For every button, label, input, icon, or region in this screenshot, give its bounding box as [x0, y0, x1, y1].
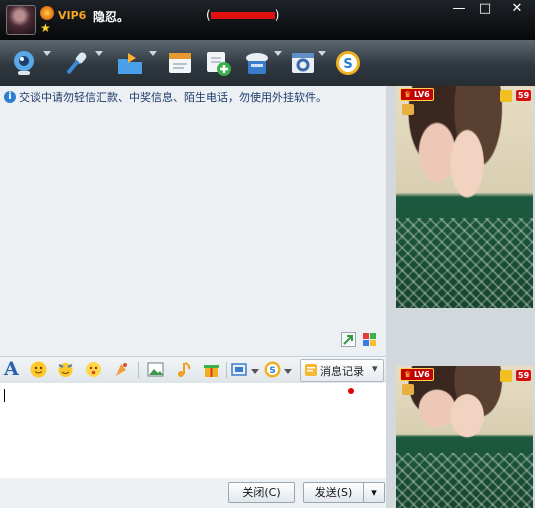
avatar[interactable] [6, 5, 36, 35]
vip-level-label: VIP6 [58, 9, 87, 22]
info-icon: i [4, 91, 16, 103]
soso-search-icon[interactable]: S [264, 361, 281, 378]
chat-panel: i 交谈中请勿轻信汇款、中奖信息、陌生电话，勿使用外挂软件。 A S 消息记录 ▾… [0, 86, 386, 508]
send-file-icon [118, 53, 142, 74]
history-dropdown-arrow[interactable]: ▾ [372, 362, 378, 375]
send-file-dropdown-arrow[interactable] [149, 51, 157, 56]
frame-icon[interactable] [402, 384, 414, 395]
close-window-button[interactable]: ✕ [504, 0, 530, 18]
microphone-dropdown-arrow[interactable] [95, 51, 103, 56]
redaction-mark [210, 12, 275, 19]
send-options-dropdown[interactable]: ▾ [363, 482, 385, 503]
soso-dropdown-arrow[interactable] [284, 369, 292, 374]
font-button[interactable]: A [4, 358, 19, 380]
frame-icon[interactable] [402, 104, 414, 115]
webcam-dropdown-arrow[interactable] [43, 51, 51, 56]
vip-crown-icon [40, 6, 54, 20]
bottom-bar: 关闭(C) 发送(S) ▾ [0, 478, 386, 508]
message-history-button[interactable]: 消息记录 ▾ [300, 359, 384, 382]
music-icon[interactable] [175, 361, 192, 378]
star-icon: ★ [40, 21, 51, 35]
svg-text:S: S [343, 57, 352, 72]
format-toolbar: A S 消息记录 ▾ [0, 356, 386, 384]
screenshot-dropdown-arrow[interactable] [251, 369, 259, 374]
video-image [396, 453, 533, 508]
level-badge: ♛ LV6 [400, 368, 434, 381]
webcam-icon [14, 51, 34, 75]
message-history-label: 消息记录 [320, 365, 364, 378]
contact-nickname: 隐忍。 [93, 10, 130, 24]
message-history-area[interactable] [0, 110, 386, 354]
minimize-button[interactable]: — [446, 0, 472, 18]
shrink-view-icon[interactable] [341, 332, 356, 347]
red-dot-marker [348, 388, 354, 394]
video-image [396, 218, 533, 308]
close-button[interactable]: 关闭(C) [228, 482, 295, 503]
level-text: LV6 [413, 90, 430, 99]
svg-text:S: S [269, 366, 275, 376]
text-caret [4, 389, 5, 402]
toolbar: S [0, 40, 535, 86]
gift-icon[interactable] [203, 361, 220, 378]
color-theme-icon[interactable] [362, 332, 377, 347]
speaker-icon[interactable] [500, 370, 512, 382]
contact-number: () [206, 8, 279, 22]
remote-assist-icon [246, 53, 268, 74]
send-button[interactable]: 发送(S) [303, 482, 363, 503]
history-icon [305, 364, 317, 376]
message-input[interactable] [0, 383, 386, 478]
microphone-icon [66, 52, 87, 75]
voice-message-icon[interactable] [113, 361, 130, 378]
create-group-icon [207, 52, 231, 76]
security-notice-text: 交谈中请勿轻信汇款、中奖信息、陌生电话，勿使用外挂软件。 [19, 91, 327, 104]
count-badge: 59 [516, 90, 532, 101]
send-email-icon [169, 53, 191, 73]
speaker-icon[interactable] [500, 90, 512, 102]
app-settings-icon [292, 53, 314, 73]
local-video-frame[interactable]: ♛ LV6 59 [396, 366, 533, 508]
video-sidebar: ♛ LV6 59 ♛ LV6 59 [386, 86, 535, 508]
send-image-icon[interactable] [147, 361, 164, 378]
format-separator [226, 362, 227, 378]
title-bar: ★ VIP6 隐忍。 () — □ ✕ [0, 0, 535, 40]
contact-number-suffix: ) [274, 8, 280, 22]
maximize-button[interactable]: □ [472, 0, 498, 18]
format-separator [138, 362, 139, 378]
soso-icon: S [336, 51, 360, 75]
app-settings-dropdown-arrow[interactable] [318, 51, 326, 56]
security-notice: i 交谈中请勿轻信汇款、中奖信息、陌生电话，勿使用外挂软件。 [4, 89, 382, 107]
remote-assist-dropdown-arrow[interactable] [274, 51, 282, 56]
remote-video-frame[interactable]: ♛ LV6 59 [396, 86, 533, 308]
level-badge: ♛ LV6 [400, 88, 434, 101]
count-badge: 59 [516, 370, 532, 381]
window-shake-icon[interactable] [85, 361, 102, 378]
magic-emoticon-icon[interactable] [57, 361, 74, 378]
level-text: LV6 [413, 370, 430, 379]
emoji-icon[interactable] [30, 361, 47, 378]
screenshot-icon[interactable] [231, 361, 248, 378]
